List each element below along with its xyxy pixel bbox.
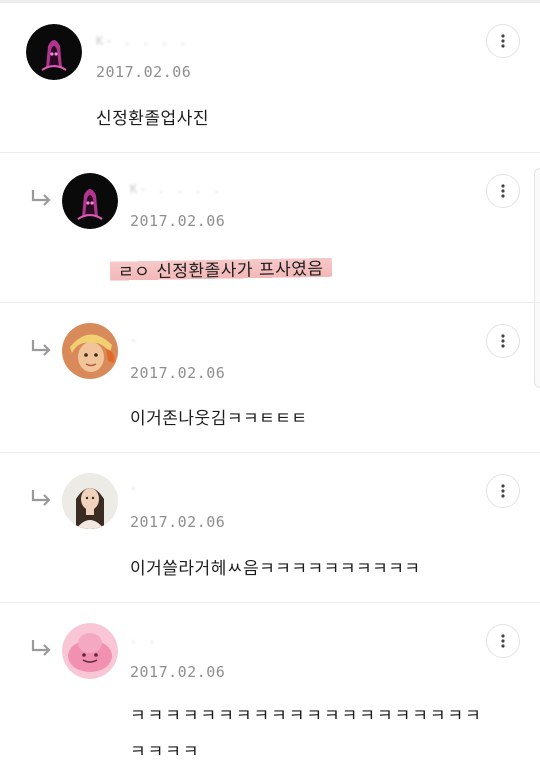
comment-date: 2017.02.06 — [130, 364, 226, 382]
more-options-button[interactable] — [486, 24, 520, 58]
comment-date: 2017.02.06 — [130, 212, 226, 230]
avatar[interactable] — [62, 323, 118, 379]
comment-divider — [0, 152, 540, 153]
reply-arrow-icon — [31, 490, 51, 506]
comment-divider — [0, 302, 540, 303]
top-divider — [0, 0, 540, 3]
comment-text: ㅋㅋㅋㅋㅋㅋㅋㅋㅋㅋㅋㅋㅋㅋㅋㅋㅋㅋㅋㅋㅋㅋㅋㅋ — [130, 706, 483, 762]
comment-date: 2017.02.06 — [130, 513, 226, 531]
comment-date: 2017.02.06 — [96, 63, 192, 81]
more-options-button[interactable] — [486, 324, 520, 358]
author-name[interactable]: . . — [130, 632, 158, 646]
reply-arrow-icon — [31, 340, 51, 356]
avatar[interactable] — [26, 24, 82, 80]
scrollbar[interactable] — [534, 168, 540, 388]
avatar[interactable] — [62, 473, 118, 529]
comment-text: ㄹㅇ 신정환졸사가 프사였음 — [109, 252, 332, 285]
author-name[interactable]: K- . . . . — [96, 34, 188, 48]
more-vertical-icon — [501, 484, 505, 498]
author-name[interactable]: · — [130, 482, 139, 496]
more-options-button[interactable] — [486, 174, 520, 208]
author-name[interactable]: K- . . . . — [130, 182, 222, 196]
avatar[interactable] — [62, 173, 118, 229]
comment-divider — [0, 452, 540, 453]
comment-text: 이거쓸라거헤ㅆ음ㅋㅋㅋㅋㅋㅋㅋㅋㅋㅋ — [130, 559, 421, 579]
comment-divider — [0, 602, 540, 603]
more-options-button[interactable] — [486, 474, 520, 508]
more-vertical-icon — [501, 334, 505, 348]
highlighted-text: ㄹㅇ 신정환졸사가 프사였음 — [109, 252, 332, 285]
more-options-button[interactable] — [486, 624, 520, 658]
more-vertical-icon — [501, 634, 505, 648]
more-vertical-icon — [501, 184, 505, 198]
reply-arrow-icon — [31, 640, 51, 656]
comment-text: 신정환졸업사진 — [96, 109, 209, 129]
comment-text: 이거존나웃김ㅋㅋㅌㅌㅌ — [130, 409, 308, 429]
comment-date: 2017.02.06 — [130, 663, 226, 681]
more-vertical-icon — [501, 34, 505, 48]
avatar[interactable] — [62, 623, 118, 679]
author-name[interactable]: - — [130, 333, 139, 347]
reply-arrow-icon — [31, 190, 51, 206]
